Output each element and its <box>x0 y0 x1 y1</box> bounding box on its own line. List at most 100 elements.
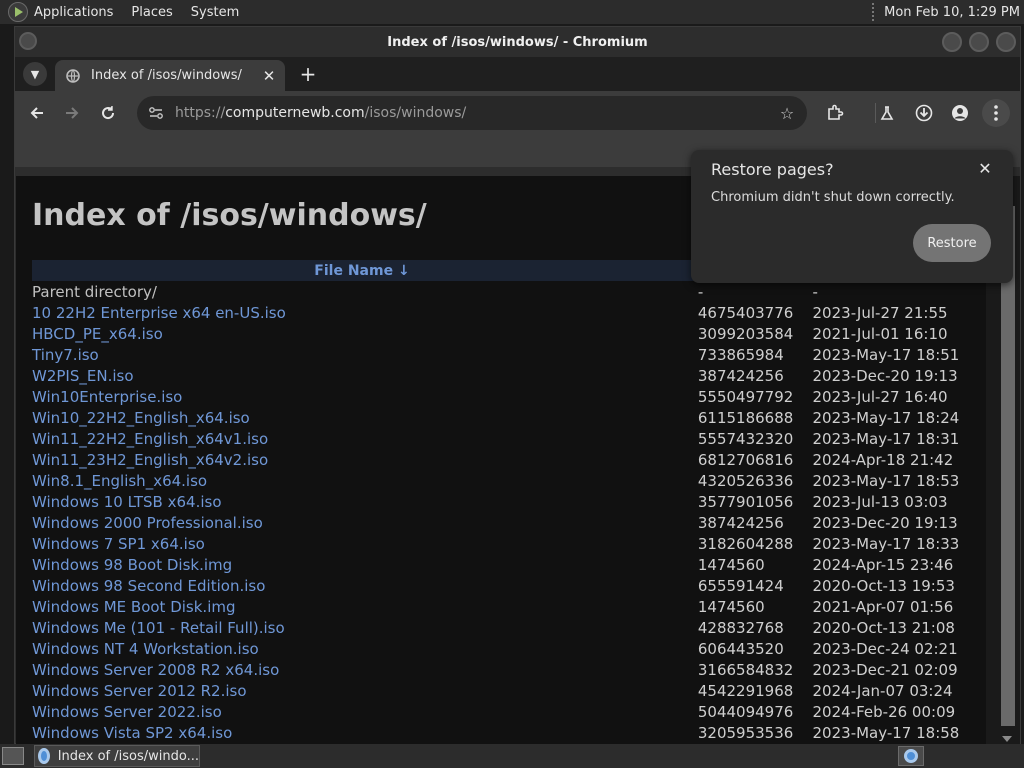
menu-places[interactable]: Places <box>131 5 172 20</box>
listing-row: Win10Enterprise.iso 5550497792 2023-Jul-27… <box>32 386 972 407</box>
file-link[interactable]: Windows Me (101 - Retail Full).iso <box>32 619 698 637</box>
tab-title: Index of /isos/windows/ <box>91 68 242 83</box>
distro-logo-icon[interactable] <box>8 2 28 22</box>
show-desktop-icon[interactable] <box>2 747 24 765</box>
file-size: - <box>697 282 704 301</box>
file-link[interactable]: Windows 98 Boot Disk.img <box>32 556 698 574</box>
listing-row: 10 22H2 Enterprise x64 en-US.iso 46754037… <box>32 302 972 323</box>
new-tab-plus-icon[interactable]: + <box>295 61 321 87</box>
file-size: 3205953536 <box>697 723 794 742</box>
file-size: 655591424 <box>697 576 784 595</box>
scroll-down-arrow-icon[interactable] <box>1002 736 1012 742</box>
file-size: 4542291968 <box>697 681 794 700</box>
menu-applications[interactable]: Applications <box>34 5 113 20</box>
minimize-button[interactable] <box>942 32 962 52</box>
file-date: 2023-May-17 18:31 <box>812 429 960 448</box>
listing-row: W2PIS_EN.iso 387424256 2023-Dec-20 19:13 <box>32 365 972 386</box>
file-link[interactable]: Windows Server 2008 R2 x64.iso <box>32 661 698 679</box>
maximize-button[interactable] <box>969 32 989 52</box>
extensions-puzzle-icon[interactable] <box>821 99 849 127</box>
file-link[interactable]: Windows Server 2022.iso <box>32 703 698 721</box>
file-size: 3099203584 <box>697 324 794 343</box>
tray-chromium-icon[interactable] <box>898 746 924 766</box>
listing-row: HBCD_PE_x64.iso 3099203584 2021-Jul-01 16:… <box>32 323 972 344</box>
file-size: 5557432320 <box>697 429 794 448</box>
site-info-tune-icon[interactable] <box>143 100 169 126</box>
page-favicon-icon <box>65 68 81 84</box>
profile-avatar-icon[interactable] <box>946 99 974 127</box>
file-link[interactable]: Windows 7 SP1 x64.iso <box>32 535 698 553</box>
listing-row: Windows Server 2008 R2 x64.iso 3166584832… <box>32 659 972 680</box>
file-link[interactable]: Tiny7.iso <box>32 346 698 364</box>
listing-row: Win8.1_English_x64.iso 4320526336 2023-May… <box>32 470 972 491</box>
close-window-button[interactable] <box>996 32 1016 52</box>
downloads-icon[interactable] <box>910 99 938 127</box>
menu-system[interactable]: System <box>191 5 239 20</box>
file-date: 2021-Jul-01 16:10 <box>812 324 948 343</box>
listing-row: Tiny7.iso 733865984 2023-May-17 18:51 <box>32 344 972 365</box>
file-date: 2024-Feb-26 00:09 <box>812 702 956 721</box>
file-link[interactable]: W2PIS_EN.iso <box>32 367 698 385</box>
restore-dialog-close-icon[interactable]: ✕ <box>975 158 995 178</box>
forward-arrow-icon[interactable] <box>58 99 86 127</box>
scrollbar-thumb[interactable] <box>1001 206 1015 726</box>
file-date: 2020-Oct-13 21:08 <box>812 618 955 637</box>
tab-search-chevron-down-icon[interactable]: ▼ <box>23 62 47 86</box>
browser-window: Index of /isos/windows/ - Chromium ▼ Ind… <box>14 26 1021 744</box>
listing-row: Windows 2000 Professional.iso 387424256 20… <box>32 512 972 533</box>
file-size: 3166584832 <box>697 660 794 679</box>
file-link[interactable]: Win10Enterprise.iso <box>32 388 698 406</box>
reload-icon[interactable] <box>94 99 122 127</box>
column-header-file-name[interactable]: File Name ↓ <box>32 263 692 279</box>
listing-row: Windows 10 LTSB x64.iso 3577901056 2023-Ju… <box>32 491 972 512</box>
parent-directory-link[interactable]: Parent directory/ <box>32 283 698 301</box>
window-titlebar[interactable]: Index of /isos/windows/ - Chromium <box>15 27 1020 57</box>
page-title: Index of /isos/windows/ <box>32 198 427 233</box>
file-link[interactable]: Windows 98 Second Edition.iso <box>32 577 698 595</box>
listing-row: Windows Server 2012 R2.iso 4542291968 2024… <box>32 680 972 701</box>
file-link[interactable]: Windows ME Boot Disk.img <box>32 598 698 616</box>
address-bar[interactable]: https://computernewb.com/isos/windows/ ☆ <box>137 96 807 130</box>
file-size: 6115186688 <box>697 408 794 427</box>
tab-strip: ▼ Index of /isos/windows/ ✕ + <box>15 57 1020 91</box>
file-link[interactable]: Windows Vista SP2 x64.iso <box>32 724 698 742</box>
listing-row: Windows Me (101 - Retail Full).iso 428832… <box>32 617 972 638</box>
file-link[interactable]: HBCD_PE_x64.iso <box>32 325 698 343</box>
url-text[interactable]: https://computernewb.com/isos/windows/ <box>175 105 773 121</box>
file-size: 3182604288 <box>697 534 794 553</box>
file-link[interactable]: Win11_22H2_English_x64v1.iso <box>32 430 698 448</box>
file-size: 4320526336 <box>697 471 794 490</box>
listing-row: Windows ME Boot Disk.img 1474560 2021-Apr-… <box>32 596 972 617</box>
file-link[interactable]: Windows 10 LTSB x64.iso <box>32 493 698 511</box>
listing-row: Windows 98 Second Edition.iso 655591424 20… <box>32 575 972 596</box>
file-size: 3577901056 <box>697 492 794 511</box>
file-date: 2021-Apr-07 01:56 <box>812 597 954 616</box>
listing-row: Parent directory/- - <box>32 281 972 302</box>
kebab-menu-icon[interactable] <box>982 99 1010 127</box>
window-menu-button[interactable] <box>19 32 37 50</box>
file-listing: File Name ↓ Parent directory/- -10 22H2 E… <box>32 260 972 743</box>
file-link[interactable]: 10 22H2 Enterprise x64 en-US.iso <box>32 304 698 322</box>
file-size: 387424256 <box>697 366 784 385</box>
file-link[interactable]: Win11_23H2_English_x64v2.iso <box>32 451 698 469</box>
bookmark-star-icon[interactable]: ☆ <box>773 99 801 127</box>
file-date: 2023-Dec-21 02:09 <box>812 660 958 679</box>
back-arrow-icon[interactable] <box>23 99 51 127</box>
file-date: 2023-Jul-27 16:40 <box>812 387 948 406</box>
listing-row: Windows Server 2022.iso 5044094976 2024-Fe… <box>32 701 972 722</box>
file-link[interactable]: Windows NT 4 Workstation.iso <box>32 640 698 658</box>
restore-button[interactable]: Restore <box>913 224 991 262</box>
file-link[interactable]: Windows Server 2012 R2.iso <box>32 682 698 700</box>
labs-flask-icon[interactable] <box>873 99 901 127</box>
file-link[interactable]: Win10_22H2_English_x64.iso <box>32 409 698 427</box>
panel-grip-handle[interactable] <box>872 3 876 21</box>
taskbar-window-button[interactable]: Index of /isos/windo... <box>34 745 200 767</box>
file-link[interactable]: Win8.1_English_x64.iso <box>32 472 698 490</box>
file-link[interactable]: Windows 2000 Professional.iso <box>32 514 698 532</box>
tab-close-icon[interactable]: ✕ <box>259 66 279 86</box>
file-date: 2023-May-17 18:51 <box>812 345 960 364</box>
tab-active[interactable]: Index of /isos/windows/ ✕ <box>55 60 285 91</box>
chromium-icon <box>904 749 918 763</box>
top-panel: Applications Places System Mon Feb 10, 1… <box>0 0 1024 24</box>
panel-clock[interactable]: Mon Feb 10, 1:29 PM <box>884 5 1020 20</box>
